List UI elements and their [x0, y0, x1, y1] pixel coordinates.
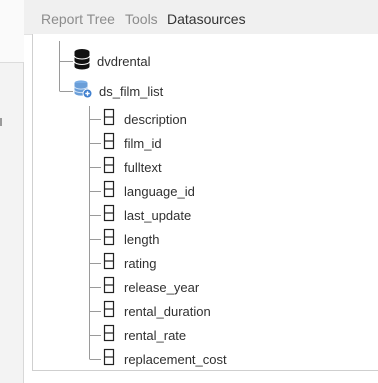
- datasource-icon: [73, 79, 93, 104]
- tree-node-field[interactable]: length: [103, 228, 159, 250]
- tab-report-tree[interactable]: Report Tree: [41, 10, 115, 28]
- field-label: fulltext: [124, 159, 162, 175]
- field-label: rental_duration: [124, 303, 211, 319]
- tree-node-datasource[interactable]: ds_film_list: [73, 79, 164, 104]
- tree-node-field[interactable]: last_update: [103, 204, 191, 226]
- left-side-panel: [0, 0, 24, 383]
- tree-node-field[interactable]: language_id: [103, 180, 195, 202]
- field-label: film_id: [124, 135, 162, 151]
- field-label: language_id: [124, 183, 195, 199]
- field-label: replacement_cost: [124, 351, 227, 367]
- field-column-icon: [103, 132, 115, 155]
- tab-datasources[interactable]: Datasources: [167, 10, 246, 28]
- database-label: dvdrental: [97, 53, 151, 69]
- field-column-icon: [103, 156, 115, 179]
- tree-node-field[interactable]: rating: [103, 252, 157, 274]
- tree-node-field[interactable]: film_id: [103, 132, 162, 154]
- field-label: rental_rate: [124, 327, 187, 343]
- tree-node-database[interactable]: dvdrental: [73, 48, 151, 75]
- field-column-icon: [103, 324, 115, 347]
- field-label: release_year: [124, 279, 200, 295]
- tree-node-field[interactable]: rental_rate: [103, 324, 186, 346]
- panel-edge-marker: [0, 118, 2, 126]
- field-label: rating: [124, 255, 157, 271]
- datasource-label: ds_film_list: [99, 83, 164, 99]
- field-column-icon: [103, 252, 115, 275]
- database-icon: [73, 48, 91, 75]
- field-column-icon: [103, 276, 115, 299]
- field-label: description: [124, 111, 187, 127]
- field-column-icon: [103, 180, 115, 203]
- tree-node-field[interactable]: replacement_cost: [103, 348, 227, 370]
- tab-tools[interactable]: Tools: [125, 10, 158, 28]
- field-column-icon: [103, 300, 115, 323]
- panel-divider: [23, 62, 24, 383]
- field-column-icon: [103, 348, 115, 371]
- field-column-icon: [103, 228, 115, 251]
- datasources-tree-panel: dvdrental ds_film_list description film_i…: [32, 34, 378, 371]
- field-label: length: [124, 231, 160, 247]
- field-column-icon: [103, 108, 115, 131]
- field-column-icon: [103, 204, 115, 227]
- tree-node-field[interactable]: fulltext: [103, 156, 162, 178]
- tab-bar: Report Tree Tools Datasources: [24, 0, 378, 35]
- tree-node-field[interactable]: release_year: [103, 276, 199, 298]
- tree-node-field[interactable]: description: [103, 108, 187, 130]
- left-panel-header: [0, 0, 24, 63]
- field-label: last_update: [124, 207, 192, 223]
- tree-node-field[interactable]: rental_duration: [103, 300, 211, 322]
